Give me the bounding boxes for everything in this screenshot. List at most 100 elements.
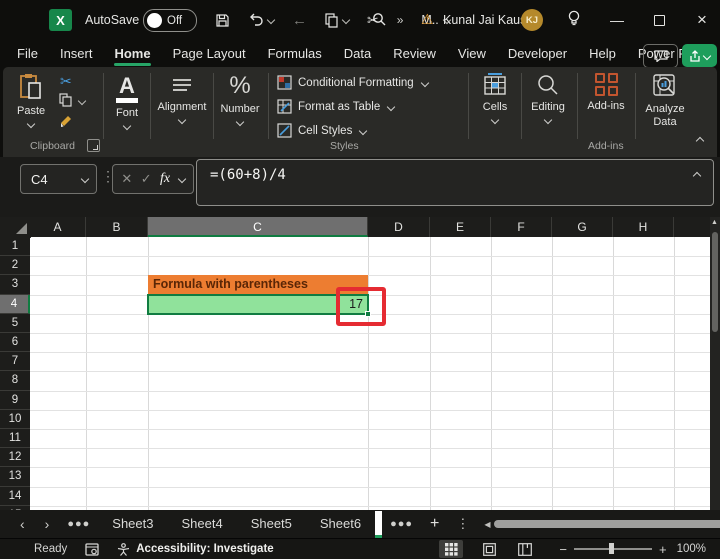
editing-dropdown[interactable]: Editing — [525, 73, 571, 123]
copy-icon[interactable] — [59, 93, 72, 112]
column-header-D[interactable]: D — [368, 217, 430, 237]
row-header-8[interactable]: 8 — [0, 371, 30, 390]
tab-data[interactable]: Data — [333, 41, 382, 67]
conditional-formatting-button[interactable]: Conditional Formatting — [277, 75, 428, 90]
maximize-button[interactable] — [644, 0, 674, 40]
add-ins-button[interactable]: Add-ins — [581, 73, 631, 112]
copy-icon[interactable] — [325, 13, 349, 28]
collapse-formula-bar-icon[interactable] — [693, 172, 701, 180]
column-header-H[interactable]: H — [613, 217, 674, 237]
tab-file[interactable]: File — [0, 41, 49, 67]
zoom-level[interactable]: 100% — [677, 543, 706, 555]
alignment-dropdown[interactable]: Alignment — [153, 75, 211, 123]
next-sheet-icon[interactable]: › — [35, 516, 60, 532]
name-box[interactable]: C4 — [20, 164, 97, 194]
cut-icon[interactable]: ✂ — [60, 73, 72, 90]
row-header-7[interactable]: 7 — [0, 352, 30, 371]
sheet-tab-sheet4[interactable]: Sheet4 — [167, 510, 236, 538]
page-break-view-button[interactable] — [513, 540, 537, 558]
minimize-button[interactable]: — — [602, 0, 632, 40]
sheet-tab-sheet3[interactable]: Sheet3 — [98, 510, 167, 538]
tab-help[interactable]: Help — [578, 41, 627, 67]
format-as-table-button[interactable]: Format as Table — [277, 99, 394, 114]
row-header-6[interactable]: 6 — [0, 333, 30, 352]
zoom-out-icon[interactable]: − — [559, 542, 567, 557]
prev-sheet-icon[interactable]: ‹ — [10, 516, 35, 532]
copy-chevron-icon[interactable] — [78, 97, 86, 105]
column-header-F[interactable]: F — [491, 217, 552, 237]
row-header-14[interactable]: 14 — [0, 487, 30, 506]
sheet-options-icon[interactable]: ⋮ — [448, 516, 477, 532]
toolbar-overflow-icon[interactable]: » — [397, 13, 404, 27]
cancel-icon[interactable]: ✕ — [121, 171, 132, 187]
clipboard-dialog-launcher-icon[interactable] — [87, 139, 100, 152]
sheet-tab-sheet5[interactable]: Sheet5 — [237, 510, 306, 538]
horizontal-scrollbar[interactable]: ◀ ▶ — [481, 519, 720, 529]
autosave-toggle[interactable]: Off — [143, 9, 197, 32]
share-button[interactable] — [682, 44, 717, 67]
row-header-9[interactable]: 9 — [0, 391, 30, 410]
cells-canvas[interactable] — [30, 237, 710, 510]
sheet-tab-sheet6[interactable]: Sheet6 — [306, 510, 375, 538]
avatar[interactable]: KJ — [521, 9, 543, 31]
scroll-left-icon[interactable]: ◀ — [481, 520, 493, 529]
scroll-up-icon[interactable]: ▲ — [711, 219, 718, 226]
column-header-C[interactable]: C — [148, 217, 368, 237]
cell-styles-button[interactable]: Cell Styles — [277, 123, 366, 138]
format-painter-icon[interactable] — [59, 114, 74, 134]
tab-insert[interactable]: Insert — [49, 41, 104, 67]
tab-review[interactable]: Review — [382, 41, 447, 67]
zoom-slider-thumb[interactable] — [609, 543, 614, 554]
accessibility-icon[interactable] — [117, 543, 130, 556]
horizontal-scroll-thumb[interactable] — [494, 520, 720, 528]
row-header-11[interactable]: 11 — [0, 429, 30, 448]
page-layout-view-button[interactable] — [477, 540, 501, 558]
normal-view-button[interactable] — [439, 540, 463, 558]
column-header-B[interactable]: B — [86, 217, 148, 237]
vertical-scroll-thumb[interactable] — [712, 232, 718, 332]
font-dropdown[interactable]: A Font — [107, 75, 147, 129]
sheet-list-icon[interactable]: ●●● — [59, 518, 98, 530]
row-header-10[interactable]: 10 — [0, 410, 30, 429]
row-header-1[interactable]: 1 — [0, 237, 30, 256]
cells-dropdown[interactable]: Cells — [473, 73, 517, 123]
insert-function-icon[interactable]: fx — [160, 171, 170, 187]
comments-button[interactable] — [643, 44, 678, 68]
number-dropdown[interactable]: % Number — [216, 73, 264, 125]
tab-page-layout[interactable]: Page Layout — [162, 41, 257, 67]
row-header-3[interactable]: 3 — [0, 275, 30, 294]
enter-icon[interactable]: ✓ — [141, 171, 152, 187]
collapse-ribbon-icon[interactable] — [696, 137, 704, 145]
undo-icon[interactable] — [248, 13, 274, 27]
warning-icon[interactable]: ⚠ — [421, 11, 434, 28]
excel-app-icon[interactable]: X — [49, 9, 72, 31]
row-header-12[interactable]: 12 — [0, 448, 30, 467]
zoom-slider[interactable] — [574, 548, 652, 550]
more-sheets-icon[interactable]: ●●● — [382, 518, 421, 530]
zoom-in-icon[interactable]: + — [659, 542, 667, 557]
new-sheet-icon[interactable]: + — [421, 515, 448, 533]
close-button[interactable]: × — [687, 0, 717, 40]
paste-button[interactable]: Paste — [17, 73, 45, 127]
redo-icon[interactable]: ← — [292, 12, 307, 29]
row-header-4[interactable]: 4 — [0, 295, 30, 314]
column-header-G[interactable]: G — [552, 217, 613, 237]
analyze-data-button[interactable]: AnalyzeData — [637, 73, 693, 129]
sheet-tab-active[interactable]: She — [375, 511, 382, 538]
tab-developer[interactable]: Developer — [497, 41, 578, 67]
lightbulb-icon[interactable] — [567, 10, 581, 33]
column-header-A[interactable]: A — [30, 217, 86, 237]
accessibility-status[interactable]: Accessibility: Investigate — [136, 543, 273, 555]
tab-formulas[interactable]: Formulas — [257, 41, 333, 67]
macro-record-icon[interactable] — [85, 543, 99, 556]
vertical-scrollbar[interactable]: ▲ — [710, 217, 720, 510]
row-header-5[interactable]: 5 — [0, 314, 30, 333]
column-header-E[interactable]: E — [430, 217, 491, 237]
row-header-2[interactable]: 2 — [0, 256, 30, 275]
save-icon[interactable] — [215, 13, 230, 28]
select-all-button[interactable] — [0, 217, 31, 238]
tab-home[interactable]: Home — [103, 41, 161, 67]
search-icon[interactable] — [372, 12, 387, 32]
grid-cell-C3[interactable]: Formula with parentheses — [148, 275, 368, 294]
formula-input[interactable]: =(60+8)/4 — [196, 159, 714, 206]
